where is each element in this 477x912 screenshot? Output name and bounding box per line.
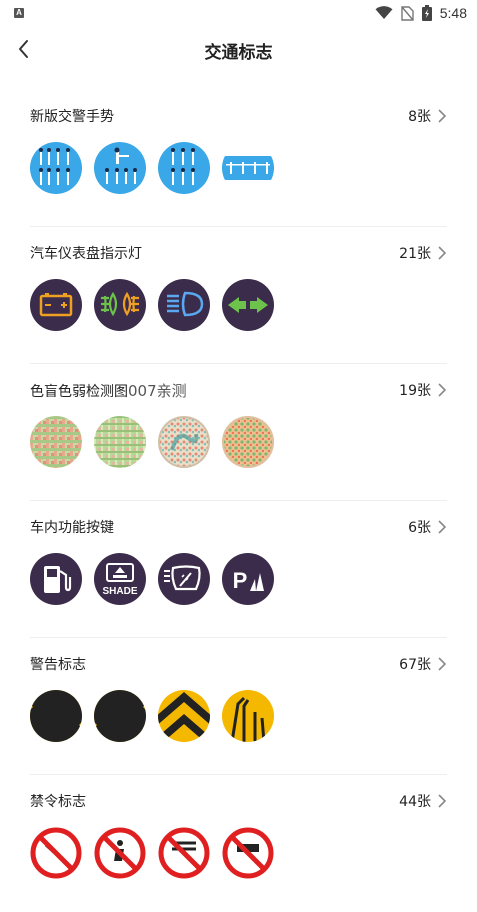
category-section: 车内功能按键 6张 SHADE P bbox=[0, 501, 477, 638]
section-count: 67张 bbox=[399, 657, 431, 673]
category-list: 新版交警手势 8张 汽车仪表盘指示灯 21张 色盲色弱检测图007亲测 19张 … bbox=[0, 90, 477, 912]
category-section: 新版交警手势 8张 bbox=[0, 90, 477, 227]
section-count: 8张 bbox=[408, 109, 431, 125]
notification-app-icon: A bbox=[14, 8, 24, 18]
category-section: 色盲色弱检测图007亲测 19张 bbox=[0, 364, 477, 501]
hazard-stripes-icon[interactable] bbox=[30, 690, 82, 742]
section-title-suffix: 007亲测 bbox=[128, 381, 187, 400]
chevron-warning-icon[interactable] bbox=[158, 690, 210, 742]
battery-icon bbox=[421, 5, 432, 21]
no-sim-icon bbox=[401, 5, 414, 21]
chevron-right-icon bbox=[438, 794, 447, 808]
section-header[interactable]: 色盲色弱检测图007亲测 19张 bbox=[30, 378, 447, 402]
prohibition-sign-icon[interactable] bbox=[158, 827, 210, 879]
section-count: 44张 bbox=[399, 794, 431, 810]
section-thumbnails bbox=[30, 142, 274, 194]
section-header[interactable]: 汽车仪表盘指示灯 21张 bbox=[30, 241, 447, 265]
svg-text:SHADE: SHADE bbox=[102, 586, 137, 597]
svg-text:P: P bbox=[233, 568, 248, 593]
traffic-police-gesture-icon[interactable] bbox=[158, 142, 210, 194]
section-thumbnails bbox=[30, 416, 274, 468]
wifi-icon bbox=[375, 6, 393, 19]
chevron-right-icon bbox=[438, 383, 447, 397]
chevron-right-icon bbox=[438, 520, 447, 534]
prohibition-sign-icon[interactable] bbox=[222, 827, 274, 879]
section-count: 21张 bbox=[399, 246, 431, 262]
section-thumbnails bbox=[30, 690, 274, 742]
category-section: 禁令标志 44张 bbox=[0, 775, 477, 912]
status-bar: A 5:48 bbox=[0, 0, 477, 26]
section-count: 6张 bbox=[408, 520, 431, 536]
nav-bar: 交通标志 bbox=[0, 26, 477, 72]
status-time: 5:48 bbox=[439, 5, 467, 21]
fuel-icon[interactable] bbox=[30, 553, 82, 605]
section-title: 禁令标志 bbox=[30, 794, 86, 810]
section-thumbnails bbox=[30, 279, 274, 331]
fog-light-icon[interactable] bbox=[94, 279, 146, 331]
page-title: 交通标志 bbox=[204, 43, 273, 63]
chevron-right-icon bbox=[438, 246, 447, 260]
section-title: 汽车仪表盘指示灯 bbox=[30, 246, 142, 262]
color-plate-icon[interactable] bbox=[94, 416, 146, 468]
road-lanes-icon[interactable] bbox=[222, 690, 274, 742]
headlight-icon[interactable] bbox=[158, 279, 210, 331]
color-plate-icon[interactable] bbox=[30, 416, 82, 468]
chevron-right-icon bbox=[438, 657, 447, 671]
section-header[interactable]: 警告标志 67张 bbox=[30, 652, 447, 676]
section-title: 警告标志 bbox=[30, 657, 86, 673]
category-section: 警告标志 67张 bbox=[0, 638, 477, 775]
section-count: 19张 bbox=[399, 383, 431, 399]
sunshade-icon[interactable]: SHADE bbox=[94, 553, 146, 605]
color-plate-icon[interactable] bbox=[158, 416, 210, 468]
parking-sensor-icon[interactable]: P bbox=[222, 553, 274, 605]
hazard-stripes-icon[interactable] bbox=[94, 690, 146, 742]
wiper-washer-icon[interactable] bbox=[158, 553, 210, 605]
section-title: 新版交警手势 bbox=[30, 109, 114, 125]
section-thumbnails bbox=[30, 827, 274, 879]
section-title: 车内功能按键 bbox=[30, 520, 114, 536]
category-section: 汽车仪表盘指示灯 21张 bbox=[0, 227, 477, 364]
section-header[interactable]: 禁令标志 44张 bbox=[30, 789, 447, 813]
chevron-right-icon bbox=[438, 109, 447, 123]
turn-signal-icon[interactable] bbox=[222, 279, 274, 331]
section-thumbnails: SHADE P bbox=[30, 553, 274, 605]
traffic-police-gesture-icon[interactable] bbox=[30, 142, 82, 194]
battery-warning-icon[interactable] bbox=[30, 279, 82, 331]
traffic-police-gesture-icon[interactable] bbox=[94, 142, 146, 194]
section-header[interactable]: 新版交警手势 8张 bbox=[30, 104, 447, 128]
prohibition-sign-icon[interactable] bbox=[30, 827, 82, 879]
section-header[interactable]: 车内功能按键 6张 bbox=[30, 515, 447, 539]
section-title: 色盲色弱检测图007亲测 bbox=[30, 381, 187, 400]
traffic-police-gesture-icon[interactable] bbox=[222, 142, 274, 194]
color-plate-icon[interactable] bbox=[222, 416, 274, 468]
prohibition-sign-icon[interactable] bbox=[94, 827, 146, 879]
